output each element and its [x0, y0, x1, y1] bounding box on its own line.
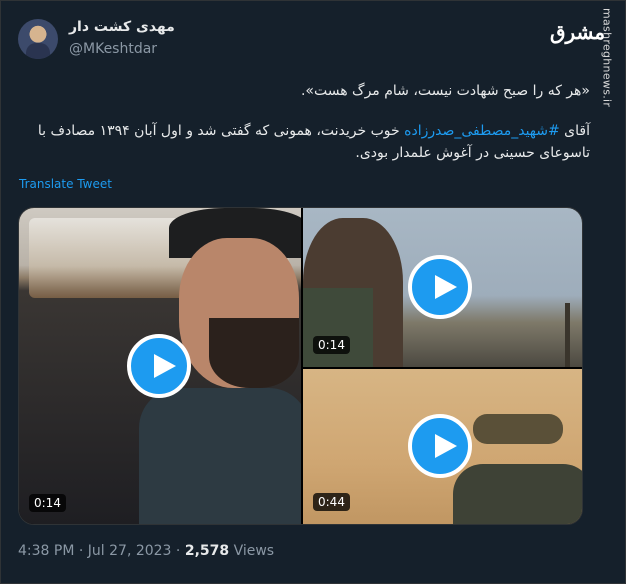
play-icon[interactable] — [408, 255, 472, 319]
video-tile-2[interactable]: 0:14 — [303, 208, 582, 367]
tweet-quote: «هر که را صبح شهادت نیست، شام مرگ هست». — [300, 83, 590, 99]
tweet-body-prefix: آقای — [559, 123, 590, 139]
tweet-meta: 4:38 PM · Jul 27, 2023 · 2,578 Views — [18, 543, 274, 559]
tweet-text: «هر که را صبح شهادت نیست، شام مرگ هست». … — [20, 80, 590, 182]
video-duration: 0:44 — [313, 493, 350, 511]
meta-separator: · — [171, 543, 185, 559]
watermark-text: mashreghnews.ir — [600, 8, 614, 108]
video-duration: 0:14 — [313, 336, 350, 354]
avatar[interactable] — [18, 19, 58, 59]
views-label: Views — [229, 543, 275, 559]
sandbag — [453, 464, 582, 524]
author-display-name[interactable]: مهدی کشت دار — [69, 19, 175, 35]
video-tile-1[interactable]: 0:14 — [19, 208, 301, 524]
beard — [209, 318, 299, 388]
hashtag-link[interactable]: #شهید_مصطفی_صدرزاده — [404, 123, 560, 139]
mashregh-logo: مشرق — [550, 20, 606, 44]
views-count: 2,578 — [184, 543, 230, 559]
translate-tweet-link[interactable]: Translate Tweet — [19, 177, 112, 191]
video-duration: 0:14 — [29, 494, 66, 512]
torso — [139, 388, 301, 524]
soldier-figure — [473, 414, 563, 444]
tweet-date[interactable]: Jul 27, 2023 — [88, 543, 172, 559]
tweet-body: آقای #شهید_مصطفی_صدرزاده خوب خریدنت، همو… — [20, 120, 590, 164]
play-icon[interactable] — [127, 334, 191, 398]
tweet-time[interactable]: 4:38 PM — [18, 543, 74, 559]
meta-separator: · — [74, 543, 88, 559]
author-handle[interactable]: @MKeshtdar — [69, 41, 157, 57]
media-grid: 0:14 0:14 0:44 — [18, 207, 583, 525]
pole — [565, 303, 570, 367]
video-tile-3[interactable]: 0:44 — [303, 369, 582, 524]
play-icon[interactable] — [408, 414, 472, 478]
watermark: mashreghnews.ir — [598, 8, 616, 568]
vest — [303, 288, 373, 367]
